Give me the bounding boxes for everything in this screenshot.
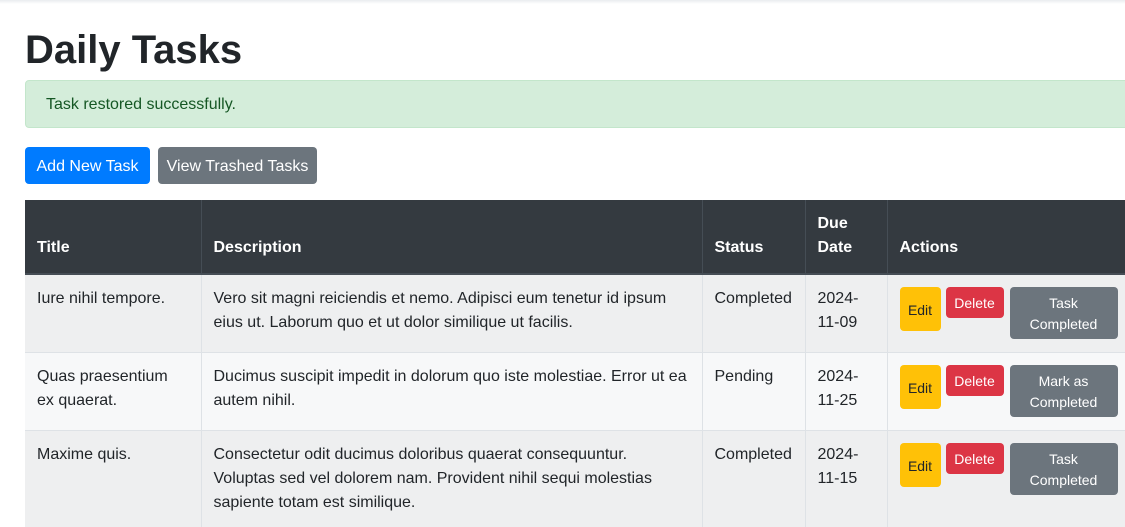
- header-description: Description: [201, 200, 702, 274]
- header-title: Title: [25, 200, 201, 274]
- table-header-row: Title Description Status Due Date Actions: [25, 200, 1125, 274]
- complete-line2: Completed: [1030, 316, 1098, 332]
- page-title: Daily Tasks: [25, 26, 242, 74]
- due-line2: 11-09: [818, 314, 858, 331]
- complete-line2: Completed: [1030, 472, 1098, 488]
- header-due-line2: Date: [818, 239, 853, 256]
- due-line2: 11-15: [818, 470, 858, 487]
- edit-button[interactable]: Edit: [900, 443, 941, 487]
- task-status: Pending: [702, 353, 805, 431]
- task-completed-button[interactable]: Task Completed: [1010, 287, 1118, 339]
- tasks-table: Title Description Status Due Date Actions…: [25, 200, 1125, 527]
- task-title: Iure nihil tempore.: [25, 274, 201, 353]
- delete-button[interactable]: Delete: [946, 365, 1004, 396]
- delete-button[interactable]: Delete: [946, 287, 1004, 318]
- header-due-line1: Due: [818, 215, 848, 232]
- due-line1: 2024-: [818, 368, 859, 385]
- task-due-date: 2024- 11-09: [805, 274, 887, 353]
- header-due-date: Due Date: [805, 200, 887, 274]
- top-edge: [0, 0, 1125, 4]
- due-line2: 11-25: [818, 392, 858, 409]
- edit-button[interactable]: Edit: [900, 365, 941, 409]
- table-row: Quas praesentium ex quaerat. Ducimus sus…: [25, 353, 1125, 431]
- table-row: Iure nihil tempore. Vero sit magni reici…: [25, 274, 1125, 353]
- complete-line1: Task: [1049, 295, 1078, 311]
- due-line1: 2024-: [818, 446, 859, 463]
- task-actions: EditDelete Task Completed: [887, 274, 1125, 353]
- success-alert: Task restored successfully.: [25, 80, 1125, 128]
- edit-button[interactable]: Edit: [900, 287, 941, 331]
- task-description: Vero sit magni reiciendis et nemo. Adipi…: [201, 274, 702, 353]
- complete-line1: Mark as: [1039, 373, 1089, 389]
- task-status: Completed: [702, 274, 805, 353]
- view-trashed-tasks-button[interactable]: View Trashed Tasks: [158, 147, 317, 184]
- delete-button[interactable]: Delete: [946, 443, 1004, 474]
- mark-as-completed-button[interactable]: Mark as Completed: [1010, 365, 1118, 417]
- add-new-task-button[interactable]: Add New Task: [25, 147, 150, 184]
- task-description: Ducimus suscipit impedit in dolorum quo …: [201, 353, 702, 431]
- due-line1: 2024-: [818, 290, 859, 307]
- task-completed-button[interactable]: Task Completed: [1010, 443, 1118, 495]
- header-actions: Actions: [887, 200, 1125, 274]
- task-actions: EditDelete Mark as Completed: [887, 353, 1125, 431]
- task-due-date: 2024- 11-25: [805, 353, 887, 431]
- complete-line2: Completed: [1030, 394, 1098, 410]
- task-title: Quas praesentium ex quaerat.: [25, 353, 201, 431]
- complete-line1: Task: [1049, 451, 1078, 467]
- header-status: Status: [702, 200, 805, 274]
